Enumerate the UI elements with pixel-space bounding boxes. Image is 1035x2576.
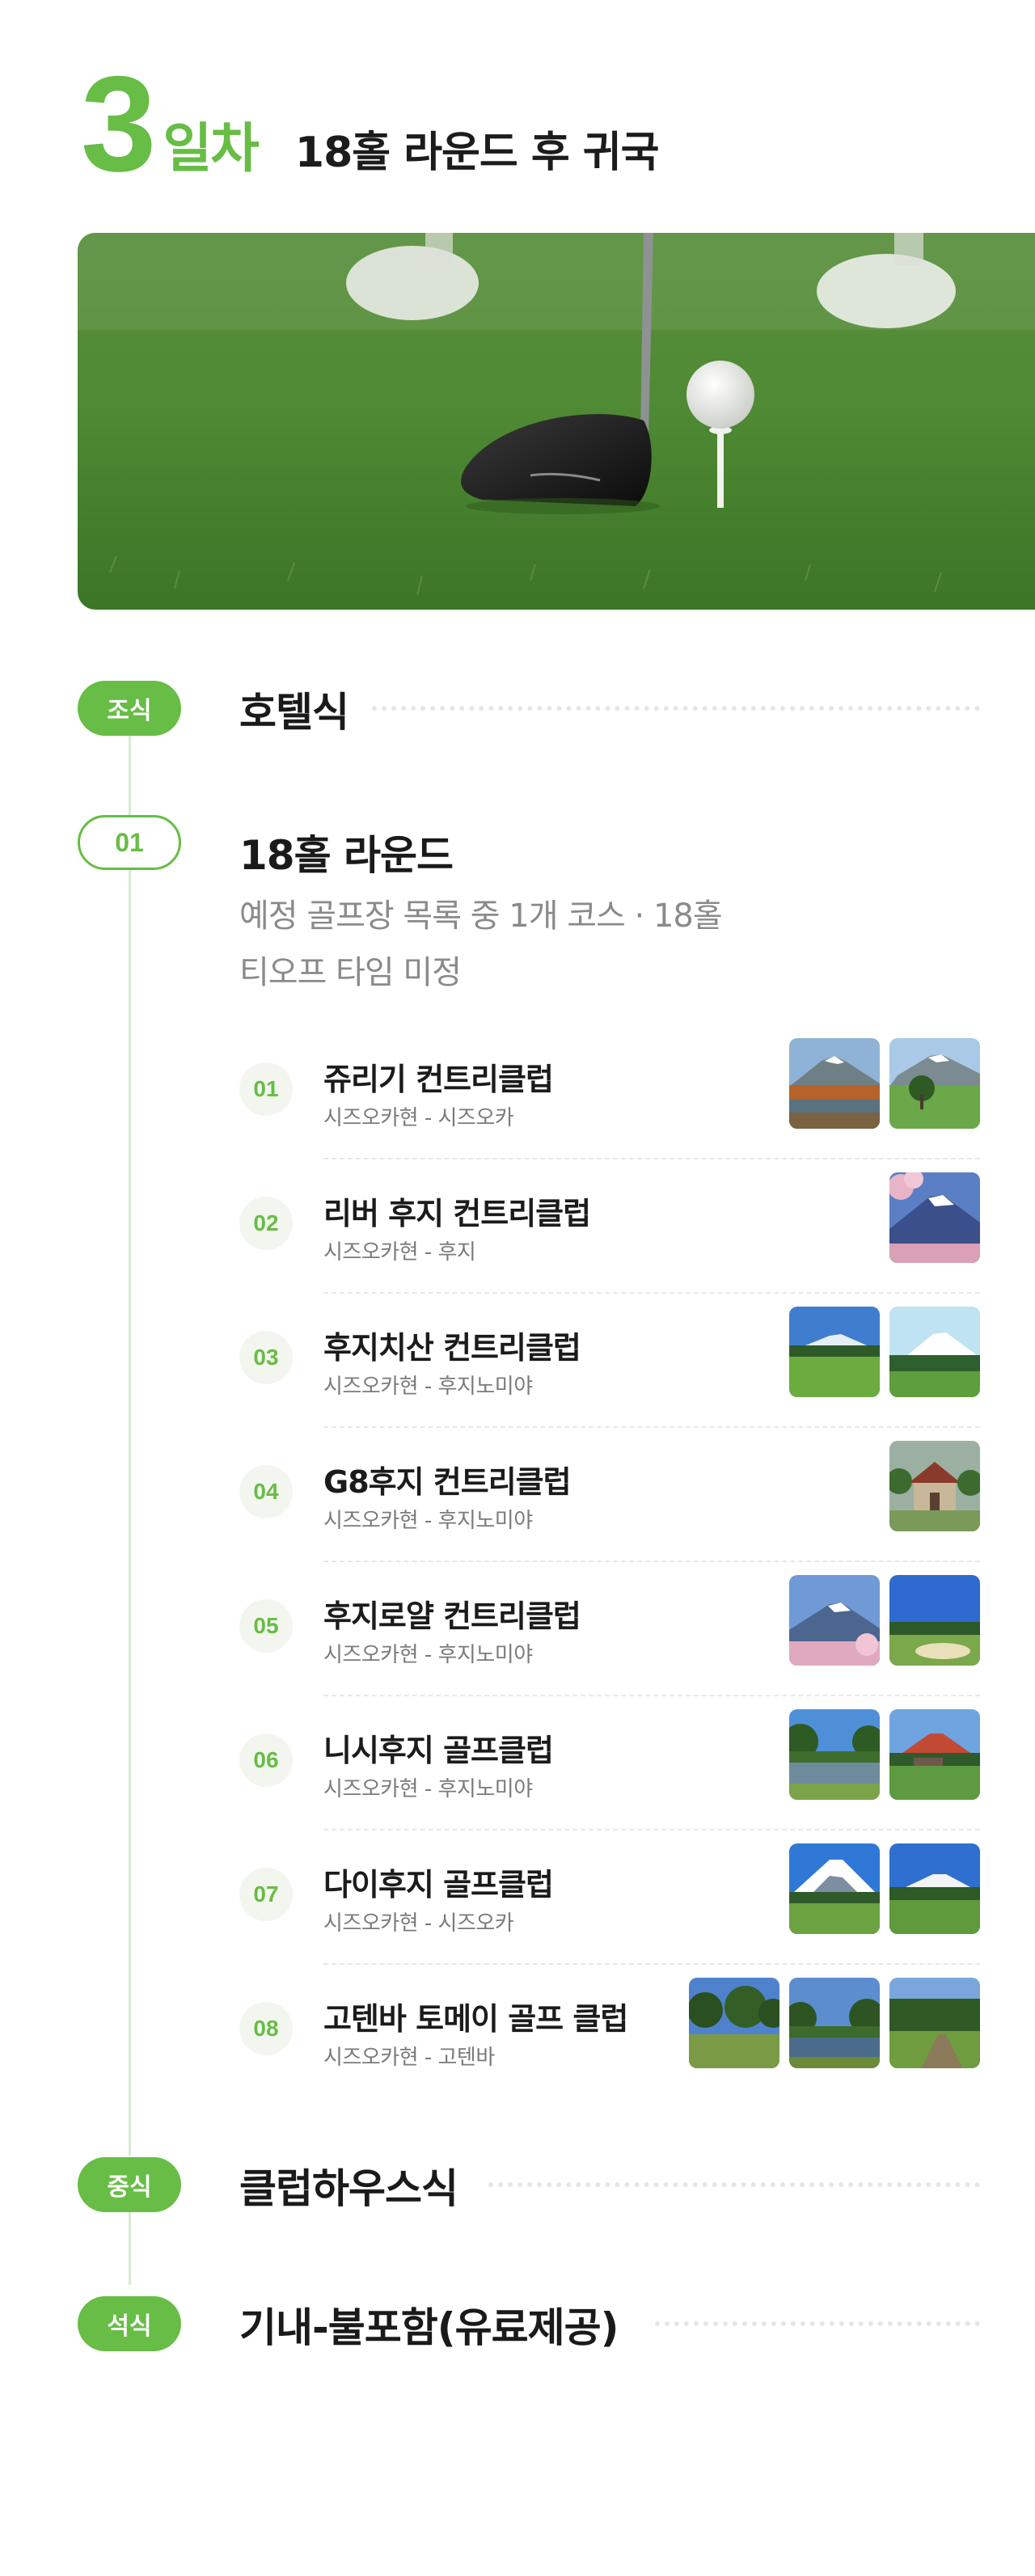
course-photo[interactable] <box>889 1709 980 1800</box>
timeline-line <box>129 736 131 817</box>
dinner-value: 기내-불포함(유료제공) <box>239 2304 619 2351</box>
course-item[interactable]: 04 G8후지 컨트리클럽 시즈오카현 - 후지노미야 <box>239 1441 980 1562</box>
course-location: 시즈오카현 - 시즈오카 <box>323 1106 514 1130</box>
course-location: 시즈오카현 - 후지노미야 <box>323 1643 533 1667</box>
course-photo[interactable] <box>889 1575 980 1666</box>
course-photo[interactable] <box>889 1307 980 1397</box>
course-location: 시즈오카현 - 시즈오카 <box>323 1911 514 1936</box>
dotted-divider <box>372 706 980 711</box>
course-item[interactable]: 07 다이후지 골프클럽 시즈오카현 - 시즈오카 <box>239 1843 980 1965</box>
meal-badge-lunch: 중식 <box>78 2157 181 2212</box>
course-photo[interactable] <box>889 1038 980 1129</box>
day-number: 3 <box>81 48 156 200</box>
course-name: 리버 후지 컨트리클럽 <box>323 1196 591 1231</box>
course-number: 05 <box>239 1599 293 1653</box>
course-item[interactable]: 06 니시후지 골프클럽 시즈오카현 - 후지노미야 <box>239 1709 980 1831</box>
course-number: 06 <box>239 1734 293 1787</box>
course-photo[interactable] <box>789 1978 880 2068</box>
course-item[interactable]: 01 쥬리기 컨트리클럽 시즈오카현 - 시즈오카 <box>239 1038 980 1159</box>
dotted-divider <box>488 2182 980 2187</box>
course-photo[interactable] <box>789 1709 880 1800</box>
course-photo[interactable] <box>789 1843 880 1934</box>
day-title: 18홀 라운드 후 귀국 <box>294 129 660 178</box>
course-name: G8후지 컨트리클럽 <box>323 1464 572 1500</box>
course-item[interactable]: 02 리버 후지 컨트리클럽 시즈오카현 - 후지 <box>239 1172 980 1294</box>
round-teeoff-info: 티오프 타임 미정 <box>239 954 462 991</box>
course-location: 시즈오카현 - 고텐바 <box>323 2046 495 2070</box>
course-location: 시즈오카현 - 후지노미야 <box>323 1777 533 1801</box>
course-photo[interactable] <box>789 1307 880 1397</box>
day3-schedule: 3 일차 18홀 라운드 후 귀국 조식 호텔식 01 18홀 라운드 예정 골… <box>0 0 1035 2576</box>
round-course-info: 예정 골프장 목록 중 1개 코스 · 18홀 <box>239 897 723 935</box>
course-name: 후지로얄 컨트리클럽 <box>323 1598 581 1634</box>
course-photo[interactable] <box>689 1978 779 2068</box>
course-item[interactable]: 08 고텐바 토메이 골프 클럽 시즈오카현 - 고텐바 <box>239 1978 980 2099</box>
dotted-divider <box>655 2321 980 2326</box>
course-name: 니시후지 골프클럽 <box>323 1733 554 1768</box>
hero-golf-photo <box>78 233 1035 610</box>
course-photo[interactable] <box>789 1575 880 1666</box>
course-number: 02 <box>239 1197 293 1250</box>
course-item[interactable]: 05 후지로얄 컨트리클럽 시즈오카현 - 후지노미야 <box>239 1575 980 1696</box>
golf-driver-tee-photo <box>78 233 1035 610</box>
course-photo[interactable] <box>889 1843 980 1934</box>
meal-badge-dinner: 석식 <box>78 2296 181 2351</box>
round-title: 18홀 라운드 <box>239 832 454 879</box>
course-name: 다이후지 골프클럽 <box>323 1867 554 1902</box>
course-photo[interactable] <box>889 1441 980 1531</box>
course-location: 시즈오카현 - 후지 <box>323 1240 476 1265</box>
step-badge-01: 01 <box>78 815 181 870</box>
course-number: 03 <box>239 1331 293 1384</box>
breakfast-value: 호텔식 <box>239 689 349 736</box>
course-photo[interactable] <box>889 1978 980 2068</box>
course-location: 시즈오카현 - 후지노미야 <box>323 1509 533 1533</box>
day-header: 3 일차 18홀 라운드 후 귀국 <box>81 48 660 200</box>
course-name: 고텐바 토메이 골프 클럽 <box>323 2001 628 2037</box>
course-number: 08 <box>239 2002 293 2055</box>
course-name: 후지치산 컨트리클럽 <box>323 1330 581 1366</box>
timeline-line <box>129 2212 131 2285</box>
meal-badge-breakfast: 조식 <box>78 681 181 736</box>
course-item[interactable]: 03 후지치산 컨트리클럽 시즈오카현 - 후지노미야 <box>239 1307 980 1428</box>
course-number: 07 <box>239 1868 293 1921</box>
timeline-line <box>129 870 131 2156</box>
course-number: 01 <box>239 1062 293 1116</box>
course-number: 04 <box>239 1465 293 1518</box>
course-photo[interactable] <box>889 1172 980 1263</box>
day-unit: 일차 <box>163 117 259 180</box>
course-photo[interactable] <box>789 1038 880 1129</box>
course-location: 시즈오카현 - 후지노미야 <box>323 1375 533 1399</box>
lunch-value: 클럽하우스식 <box>239 2165 458 2212</box>
course-name: 쥬리기 컨트리클럽 <box>323 1062 554 1097</box>
